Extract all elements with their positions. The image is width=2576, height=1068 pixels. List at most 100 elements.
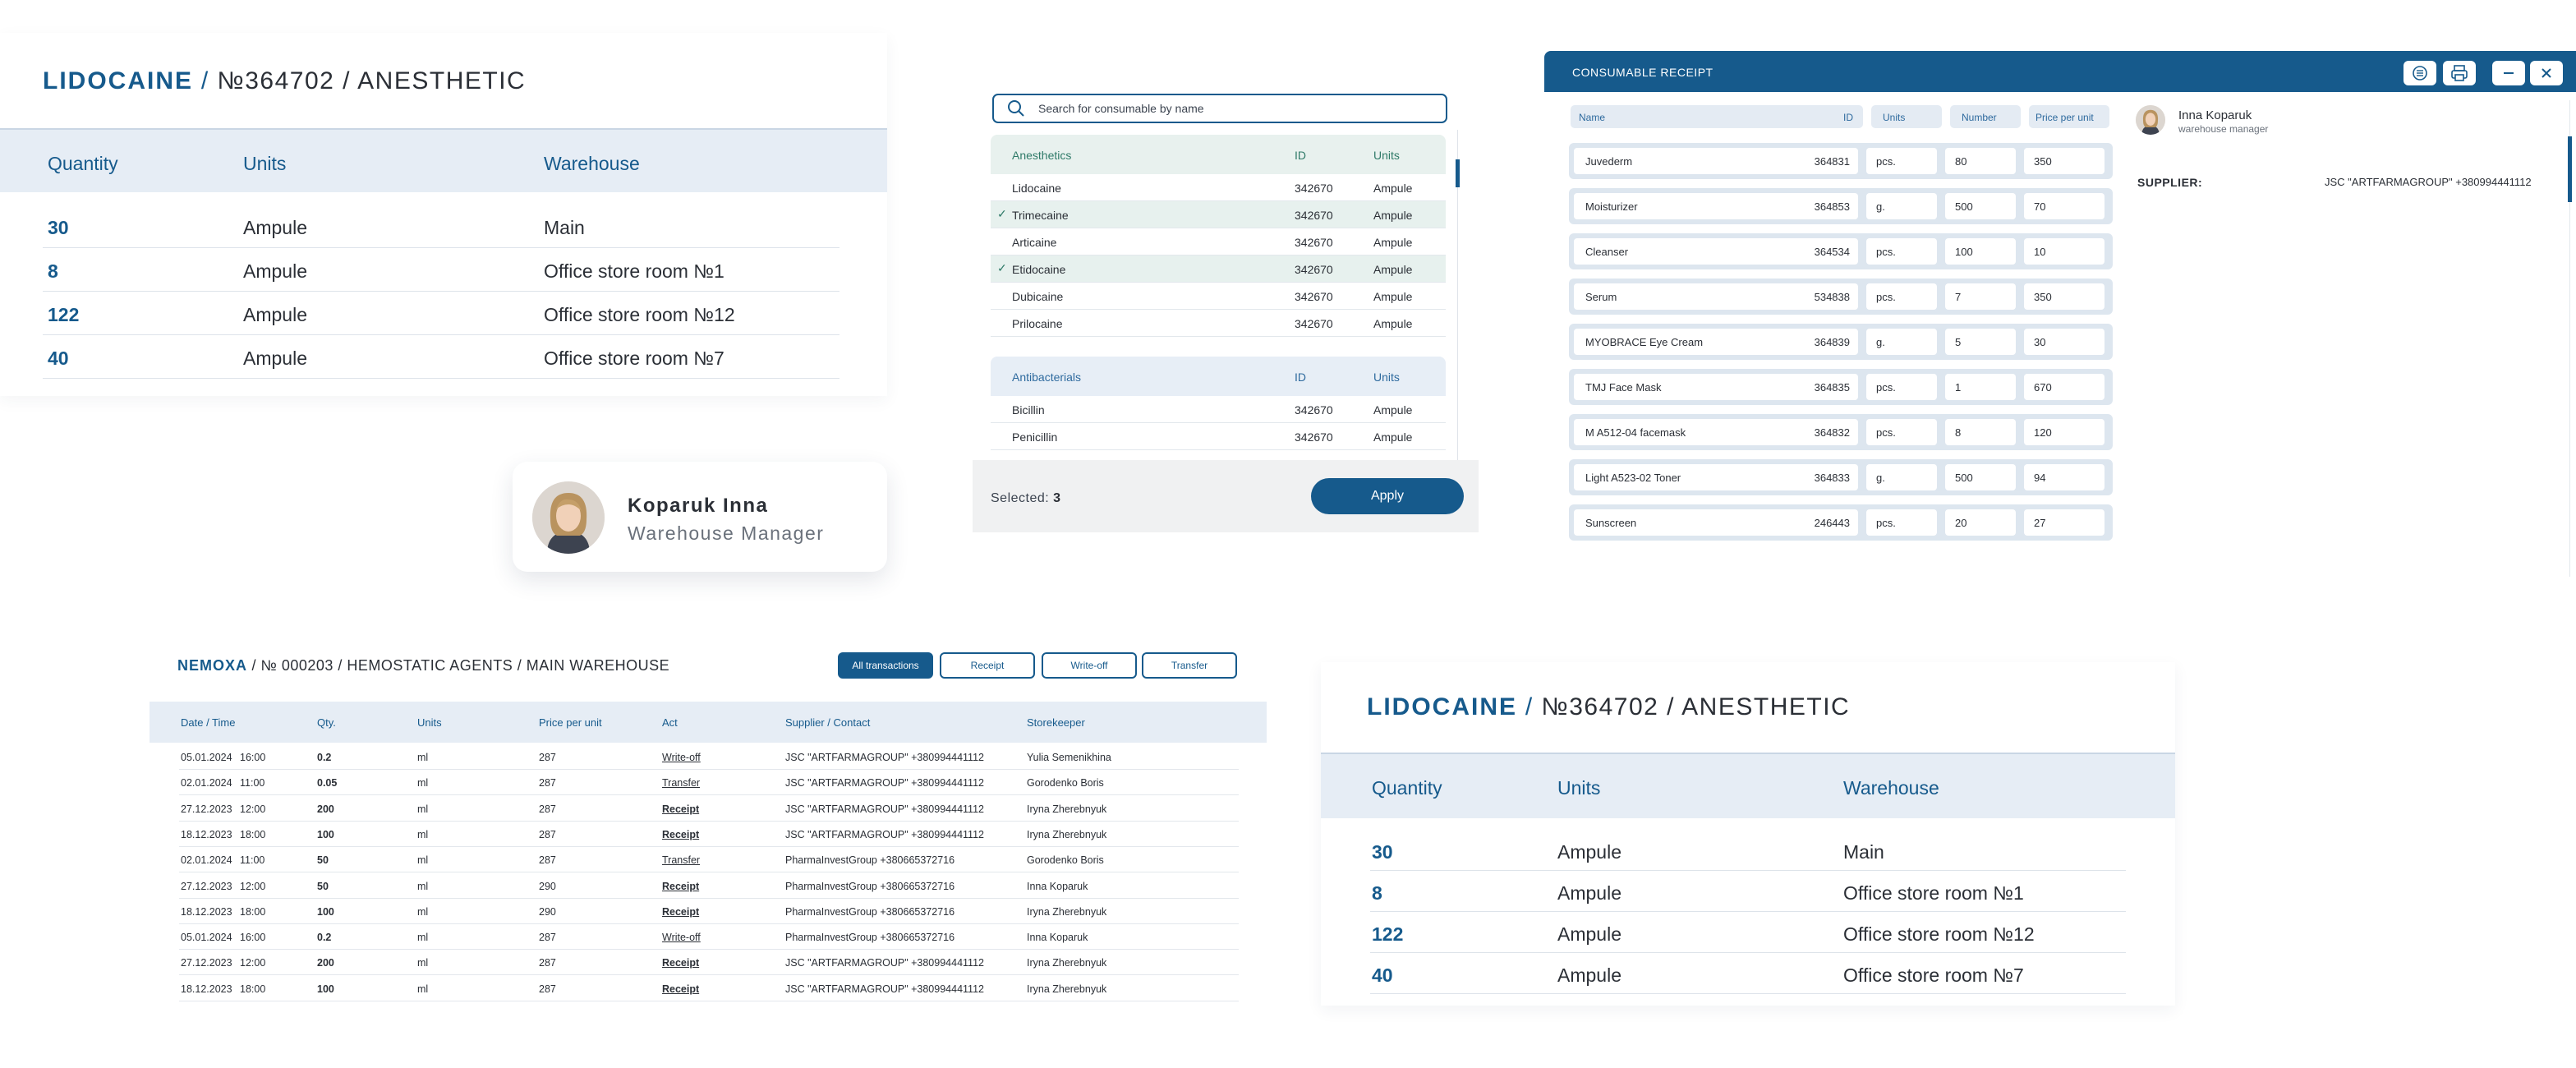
table-row[interactable]: 18.12.2023 18:00 100 ml 290 Receipt PharmaInve…	[179, 899, 1239, 924]
table-row[interactable]: Light A523-02 Toner 364833 g. 500 94	[1569, 459, 2113, 495]
list-item[interactable]: Penicillin 342670 Ampule	[991, 423, 1446, 450]
table-row[interactable]: 8 Ampule Office store room №1	[43, 249, 840, 292]
price-field[interactable]: 30	[2024, 329, 2104, 355]
list-button[interactable]	[2404, 61, 2436, 85]
table-row[interactable]: MYOBRACE Eye Cream 364839 g. 5 30	[1569, 324, 2113, 360]
cell-act[interactable]: Transfer	[662, 777, 700, 789]
scrollbar-thumb[interactable]	[2568, 136, 2572, 202]
filter-all-transactions[interactable]: All transactions	[838, 652, 933, 679]
number-field[interactable]: 1	[1945, 374, 2016, 400]
table-row[interactable]: 18.12.2023 18:00 100 ml 287 Receipt JSC "ARTFA…	[179, 976, 1239, 1001]
cell-act[interactable]: Receipt	[662, 906, 699, 918]
units-field[interactable]: g.	[1866, 464, 1937, 490]
price-field[interactable]: 120	[2024, 419, 2104, 445]
cell-act[interactable]: Receipt	[662, 957, 699, 969]
units-field[interactable]: pcs.	[1866, 238, 1937, 265]
table-row[interactable]: 05.01.2024 16:00 0.2 ml 287 Write-off JSC "ART…	[179, 744, 1239, 770]
list-item[interactable]: Lidocaine 342670 Ampule	[991, 174, 1446, 201]
cell-time: 18:00	[240, 905, 266, 918]
filter-receipt[interactable]: Receipt	[940, 652, 1035, 679]
table-row[interactable]: Sunscreen 246443 pcs. 20 27	[1569, 504, 2113, 541]
price-field[interactable]: 670	[2024, 374, 2104, 400]
cell-act[interactable]: Transfer	[662, 854, 700, 866]
list-item[interactable]: Articaine 342670 Ampule	[991, 228, 1446, 255]
list-item[interactable]: Prilocaine 342670 Ampule	[991, 310, 1446, 337]
price-field[interactable]: 27	[2024, 509, 2104, 536]
name-field[interactable]: Cleanser 364534	[1574, 238, 1858, 265]
close-button[interactable]	[2530, 61, 2563, 85]
table-row[interactable]: Juvederm 364831 pcs. 80 350	[1569, 143, 2113, 179]
name-field[interactable]: MYOBRACE Eye Cream 364839	[1574, 329, 1858, 355]
price-field[interactable]: 350	[2024, 283, 2104, 310]
table-row[interactable]: 18.12.2023 18:00 100 ml 287 Receipt JSC "ARTFA…	[179, 822, 1239, 847]
units-field[interactable]: g.	[1866, 193, 1937, 219]
cell-act[interactable]: Receipt	[662, 983, 699, 995]
table-row[interactable]: 40 Ampule Office store room №7	[43, 336, 840, 379]
name-field[interactable]: Serum 534838	[1574, 283, 1858, 310]
cell-act[interactable]: Receipt	[662, 829, 699, 840]
cell-act[interactable]: Write-off	[662, 752, 701, 763]
number-field[interactable]: 7	[1945, 283, 2016, 310]
cell-supplier: JSC "ARTFARMAGROUP" +380994441112	[785, 828, 984, 840]
units-field[interactable]: pcs.	[1866, 509, 1937, 536]
filter-write-off[interactable]: Write-off	[1042, 652, 1137, 679]
name-field[interactable]: Sunscreen 246443	[1574, 509, 1858, 536]
units-field[interactable]: pcs.	[1866, 419, 1937, 445]
cell-act[interactable]: Receipt	[662, 881, 699, 892]
list-item[interactable]: ✓ Etidocaine 342670 Ampule	[991, 255, 1446, 283]
table-row[interactable]: Cleanser 364534 pcs. 100 10	[1569, 233, 2113, 269]
price-field[interactable]: 10	[2024, 238, 2104, 265]
list-item[interactable]: Bicillin 342670 Ampule	[991, 396, 1446, 423]
list-item[interactable]: Dubicaine 342670 Ampule	[991, 283, 1446, 310]
number-field[interactable]: 80	[1945, 148, 2016, 174]
minimize-button[interactable]	[2492, 61, 2525, 85]
number-field[interactable]: 5	[1945, 329, 2016, 355]
table-row[interactable]: 27.12.2023 12:00 200 ml 287 Receipt JSC "ARTFA…	[179, 796, 1239, 822]
units-field[interactable]: pcs.	[1866, 283, 1937, 310]
list-item[interactable]: ✓ Trimecaine 342670 Ampule	[991, 201, 1446, 228]
scrollbar-thumb[interactable]	[1456, 159, 1460, 187]
table-row[interactable]: Moisturizer 364853 g. 500 70	[1569, 188, 2113, 224]
table-row[interactable]: 27.12.2023 12:00 50 ml 290 Receipt PharmaInves…	[179, 873, 1239, 899]
number-field[interactable]: 8	[1945, 419, 2016, 445]
apply-button[interactable]: Apply	[1311, 478, 1464, 514]
units-field[interactable]: pcs.	[1866, 374, 1937, 400]
name-field[interactable]: Light A523-02 Toner 364833	[1574, 464, 1858, 490]
table-row[interactable]: TMJ Face Mask 364835 pcs. 1 670	[1569, 369, 2113, 405]
cell-name: Cleanser	[1585, 246, 1629, 258]
cell-act[interactable]: Write-off	[662, 932, 701, 943]
number-field[interactable]: 20	[1945, 509, 2016, 536]
name-field[interactable]: Juvederm 364831	[1574, 148, 1858, 174]
filter-transfer[interactable]: Transfer	[1142, 652, 1237, 679]
table-row[interactable]: Serum 534838 pcs. 7 350	[1569, 279, 2113, 315]
table-row[interactable]: 122 Ampule Office store room №12	[43, 292, 840, 335]
number-field[interactable]: 500	[1945, 193, 2016, 219]
table-row[interactable]: 02.01.2024 11:00 50 ml 287 Transfer PharmaInve…	[179, 847, 1239, 873]
name-field[interactable]: TMJ Face Mask 364835	[1574, 374, 1858, 400]
price-field[interactable]: 70	[2024, 193, 2104, 219]
units-field[interactable]: pcs.	[1866, 148, 1937, 174]
column-label: Name	[1579, 112, 1606, 123]
cell-supplier: PharmaInvestGroup +380665372716	[785, 932, 955, 944]
units-field[interactable]: g.	[1866, 329, 1937, 355]
cell-act[interactable]: Receipt	[662, 803, 699, 815]
price-field[interactable]: 94	[2024, 464, 2104, 490]
table-row[interactable]: 02.01.2024 11:00 0.05 ml 287 Transfer JSC "ART…	[179, 770, 1239, 796]
table-row[interactable]: 27.12.2023 12:00 200 ml 287 Receipt JSC "ARTFA…	[179, 950, 1239, 976]
price-field[interactable]: 350	[2024, 148, 2104, 174]
table-row[interactable]: 30 Ampule Main	[43, 205, 840, 248]
table-row[interactable]: 122 Ampule Office store room №12	[1370, 912, 2126, 953]
search-input[interactable]: Search for consumable by name	[992, 94, 1447, 123]
name-field[interactable]: Moisturizer 364853	[1574, 193, 1858, 219]
print-button[interactable]	[2443, 61, 2476, 85]
profile-card[interactable]: Koparuk Inna Warehouse Manager	[513, 462, 887, 572]
number-field[interactable]: 500	[1945, 464, 2016, 490]
table-row[interactable]: 40 Ampule Office store room №7	[1370, 953, 2126, 994]
number-field[interactable]: 100	[1945, 238, 2016, 265]
table-row[interactable]: M A512-04 facemask 364832 pcs. 8 120	[1569, 414, 2113, 450]
table-row[interactable]: 8 Ampule Office store room №1	[1370, 871, 2126, 912]
row-quantity: 122	[48, 304, 80, 325]
table-row[interactable]: 30 Ampule Main	[1370, 830, 2126, 871]
table-row[interactable]: 05.01.2024 16:00 0.2 ml 287 Write-off PharmaIn…	[179, 924, 1239, 951]
name-field[interactable]: M A512-04 facemask 364832	[1574, 419, 1858, 445]
